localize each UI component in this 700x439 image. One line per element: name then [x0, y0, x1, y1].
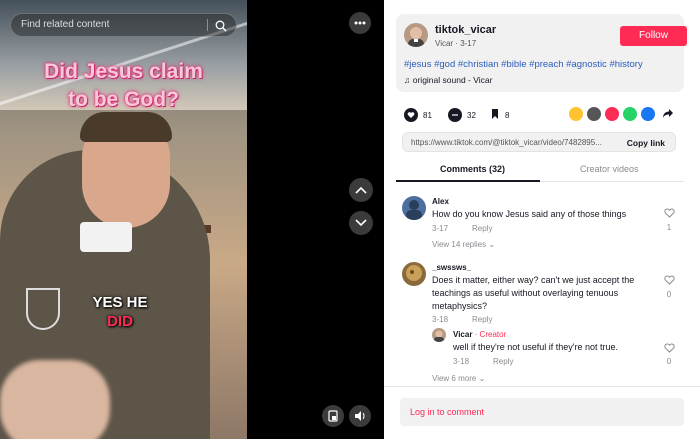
view-more-button[interactable]: View 6 more ⌄ — [432, 374, 485, 383]
follow-button[interactable]: Follow — [620, 26, 687, 46]
comment-text-line2: teachings as useful without overlaying t… — [432, 288, 619, 298]
comment-text: How do you know Jesus said any of those … — [432, 209, 627, 219]
comment-like-count: 1 — [666, 223, 672, 232]
video-title-line2: to be God? — [68, 88, 179, 111]
video-url[interactable]: https://www.tiktok.com/@tiktok_vicar/vid… — [411, 138, 623, 147]
comment-date: 3-18 — [432, 315, 449, 324]
sound-link[interactable]: ♫ original sound - Vicar — [404, 75, 492, 85]
creator-badge: · Creator — [474, 330, 507, 339]
comment-username[interactable]: _swssws_ — [432, 263, 471, 272]
tab-creator-videos[interactable]: Creator videos — [580, 164, 639, 174]
person-hair — [80, 112, 172, 142]
more-options-icon[interactable] — [349, 12, 371, 34]
save-stat[interactable]: 8 — [490, 108, 509, 122]
commenter-avatar[interactable] — [402, 262, 426, 286]
like-stat[interactable]: 81 — [404, 108, 432, 122]
comment-count: 32 — [467, 110, 476, 120]
view-more-label: View 6 more — [432, 374, 477, 383]
reply-like-count: 0 — [666, 357, 672, 366]
video-caption-line2: DID — [107, 313, 133, 330]
repost-icon[interactable] — [569, 107, 583, 121]
search-divider — [207, 19, 208, 31]
video-title-line1: Did Jesus claim — [44, 60, 203, 83]
music-note-icon: ♫ — [404, 75, 411, 85]
volume-icon[interactable] — [349, 405, 371, 427]
chevron-down-icon: ⌄ — [488, 240, 496, 249]
bookmark-icon — [490, 108, 500, 122]
view-replies-label: View 14 replies — [432, 240, 487, 249]
send-icon[interactable] — [605, 107, 619, 121]
creator-subline: Vicar · 3-17 — [435, 39, 477, 48]
whatsapp-icon[interactable] — [623, 107, 637, 121]
reply-like-icon[interactable] — [663, 343, 675, 355]
creator-username[interactable]: tiktok_vicar — [435, 24, 496, 36]
like-count: 81 — [423, 110, 432, 120]
reply-button[interactable]: Reply — [472, 224, 492, 233]
heart-icon — [404, 108, 418, 122]
reply-user: Vicar — [453, 330, 473, 339]
comment-date: 3-17 — [432, 224, 449, 233]
creator-avatar[interactable] — [404, 23, 428, 47]
share-arrow-icon[interactable] — [662, 107, 674, 121]
reply-date: 3-18 — [453, 357, 470, 366]
search-input[interactable]: Find related content — [10, 13, 237, 37]
comment-like-count: 0 — [666, 290, 672, 299]
comment-username[interactable]: Alex — [432, 197, 449, 206]
reply-avatar[interactable] — [432, 328, 446, 342]
comment-like-icon[interactable] — [663, 275, 675, 287]
login-to-comment-button[interactable]: Log in to comment — [400, 398, 684, 426]
clerical-collar — [80, 222, 132, 252]
embed-icon[interactable] — [587, 107, 601, 121]
view-replies-button[interactable]: View 14 replies ⌄ — [432, 240, 495, 249]
chevron-down-icon: ⌄ — [478, 374, 486, 383]
video-player[interactable]: Did Jesus claim to be God? YES HE DID — [0, 0, 247, 439]
tab-comments[interactable]: Comments (32) — [440, 164, 505, 174]
reply-username[interactable]: Vicar · Creator — [453, 330, 506, 339]
search-icon[interactable] — [215, 19, 227, 41]
comment-stat[interactable]: 32 — [448, 108, 476, 122]
comment-text-line3: metaphysics? — [432, 301, 488, 311]
comment-divider — [384, 386, 700, 387]
person-hand — [0, 360, 110, 439]
search-placeholder: Find related content — [21, 19, 110, 30]
copy-link-button[interactable]: Copy link — [627, 138, 665, 148]
comment-like-icon[interactable] — [663, 208, 675, 220]
sound-label: original sound - Vicar — [412, 75, 493, 85]
comment-text-line1: Does it matter, either way? can't we jus… — [432, 275, 635, 285]
hashtags[interactable]: #jesus #god #christian #bible #preach #a… — [404, 59, 643, 70]
video-caption-line1: YES HE — [92, 294, 148, 311]
chevron-up-icon[interactable] — [349, 178, 373, 202]
login-label: Log in to comment — [410, 407, 485, 417]
chevron-down-icon[interactable] — [349, 211, 373, 235]
commenter-avatar[interactable] — [402, 196, 426, 220]
reply-text: well if they're not useful if they're no… — [453, 342, 619, 352]
tab-active-indicator — [396, 180, 540, 182]
comment-icon — [448, 108, 462, 122]
reply-button[interactable]: Reply — [493, 357, 513, 366]
floating-player-icon[interactable] — [322, 405, 344, 427]
link-box: https://www.tiktok.com/@tiktok_vicar/vid… — [402, 132, 676, 152]
facebook-icon[interactable] — [641, 107, 655, 121]
reply-button[interactable]: Reply — [472, 315, 492, 324]
sweater-crest — [26, 288, 60, 330]
save-count: 8 — [505, 110, 510, 120]
